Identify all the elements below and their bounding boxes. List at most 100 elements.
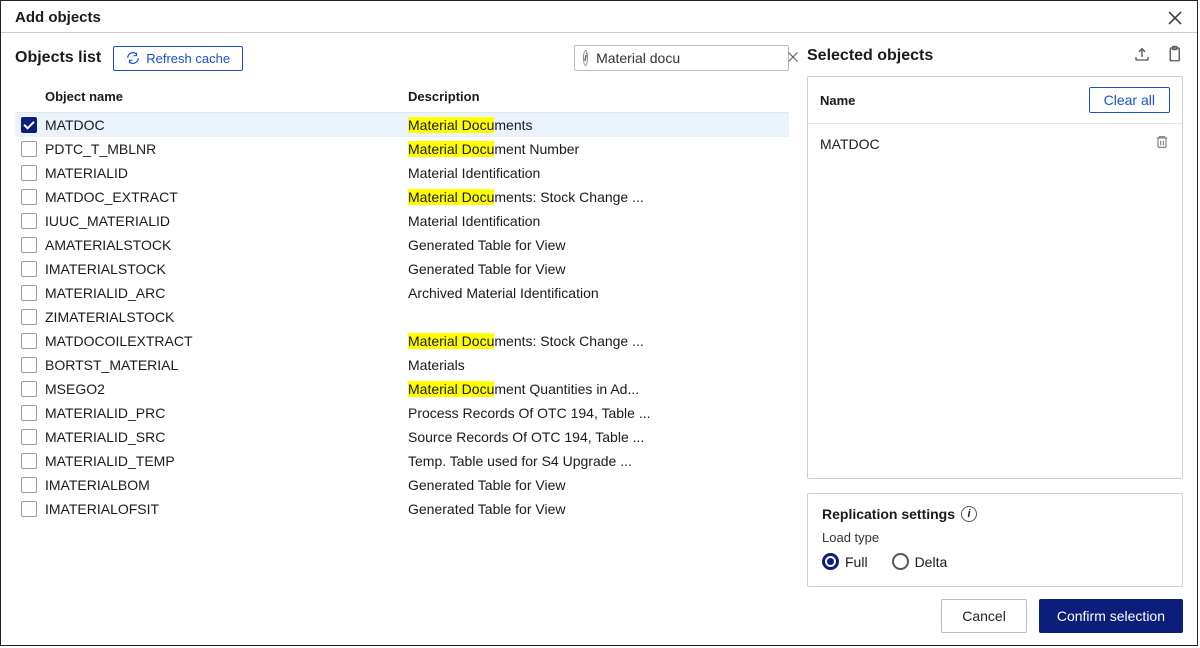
table-row[interactable]: PDTC_T_MBLNRMaterial Document Number [15,137,789,161]
table-row[interactable]: ZIMATERIALSTOCK [15,305,789,329]
replication-settings-title: Replication settings i [822,506,1168,522]
row-checkbox[interactable] [21,501,37,517]
selected-objects-header: Selected objects [807,45,1183,66]
table-row[interactable]: MATERIALID_ARCArchived Material Identifi… [15,281,789,305]
clipboard-icon[interactable] [1165,45,1183,66]
object-description: Generated Table for View [402,497,789,521]
confirm-selection-button[interactable]: Confirm selection [1039,599,1183,633]
row-checkbox[interactable] [21,309,37,325]
row-checkbox[interactable] [21,213,37,229]
table-row[interactable]: IMATERIALBOMGenerated Table for View [15,473,789,497]
object-name: MSEGO2 [45,381,105,397]
table-row[interactable]: MATERIALID_SRC Source Records Of OTC 194,… [15,425,789,449]
object-name: AMATERIALSTOCK [45,237,171,253]
row-checkbox[interactable] [21,405,37,421]
object-description: Material Documents: Stock Change ... [402,185,789,209]
dialog-body: Objects list Refresh cache i [1,33,1197,587]
object-description: Material Document Number [402,137,789,161]
close-icon[interactable] [1167,10,1183,26]
object-description: Generated Table for View [402,473,789,497]
table-row[interactable]: MSEGO2 Material Document Quantities in Ad… [15,377,789,401]
clear-search-icon[interactable] [785,50,801,66]
table-row[interactable]: MATDOCOILEXTRACTMaterial Documents: Stoc… [15,329,789,353]
object-name: MATERIALID_TEMP [45,453,175,469]
selected-item-name: MATDOC [820,136,880,152]
object-description: Material Identification [402,161,789,185]
object-description: Generated Table for View [402,257,789,281]
objects-list-panel: Objects list Refresh cache i [15,45,789,587]
row-checkbox[interactable] [21,261,37,277]
row-checkbox[interactable] [21,165,37,181]
row-checkbox[interactable] [21,429,37,445]
table-row[interactable]: MATERIALID_PRC Process Records Of OTC 194… [15,401,789,425]
objects-table-container[interactable]: Object name Description MATDOC Material D… [15,81,789,587]
dialog-header: Add objects [1,1,1197,33]
table-row[interactable]: MATERIALID_TEMP Temp. Table used for S4 U… [15,449,789,473]
cancel-button[interactable]: Cancel [941,599,1027,633]
object-description: Material Identification [402,209,789,233]
refresh-label: Refresh cache [146,51,230,66]
row-checkbox[interactable] [21,477,37,493]
object-name: IMATERIALSTOCK [45,261,166,277]
column-header-description[interactable]: Description [402,81,789,113]
search-input[interactable] [594,49,779,67]
object-description: Materials [402,353,789,377]
add-objects-dialog: Add objects Objects list Refresh cache i [0,0,1198,646]
table-row[interactable]: IMATERIALSTOCK Generated Table for View [15,257,789,281]
selected-box-header: Name Clear all [808,77,1182,124]
row-checkbox[interactable] [21,333,37,349]
object-name: MATERIALID_PRC [45,405,165,421]
row-checkbox[interactable] [21,453,37,469]
load-type-label: Load type [822,530,1168,545]
object-name: MATERIALID [45,165,128,181]
export-icon[interactable] [1133,45,1151,66]
object-description: Material Documents [402,113,789,138]
object-name: IUUC_MATERIALID [45,213,170,229]
table-row[interactable]: MATDOC Material Documents [15,113,789,138]
load-type-delta[interactable]: Delta [892,553,948,570]
row-checkbox[interactable] [21,117,37,133]
selected-objects-panel: Selected objects Name Clear all MATDOC [807,45,1183,587]
clear-all-button[interactable]: Clear all [1089,87,1170,113]
column-header-object[interactable]: Object name [15,81,402,113]
selected-objects-heading: Selected objects [807,47,933,65]
selected-list: MATDOC [808,124,1182,478]
object-description: Generated Table for View [402,233,789,257]
table-row[interactable]: AMATERIALSTOCK Generated Table for View [15,233,789,257]
object-description: Material Document Quantities in Ad... [402,377,789,401]
object-name: IMATERIALOFSIT [45,501,159,517]
table-row[interactable]: IUUC_MATERIALID Material Identification [15,209,789,233]
object-name: BORTST_MATERIAL [45,357,178,373]
load-type-full[interactable]: Full [822,553,868,570]
selected-name-label: Name [820,93,855,108]
objects-list-header: Objects list Refresh cache i [15,45,789,71]
load-type-radio-group: Full Delta [822,553,1168,570]
row-checkbox[interactable] [21,189,37,205]
object-description: Temp. Table used for S4 Upgrade ... [402,449,789,473]
object-description: Process Records Of OTC 194, Table ... [402,401,789,425]
dialog-footer: Cancel Confirm selection [1,587,1197,645]
row-checkbox[interactable] [21,381,37,397]
info-icon: i [583,50,588,66]
object-name: MATDOC [45,117,105,133]
object-name: MATERIALID_SRC [45,429,165,445]
table-row[interactable]: IMATERIALOFSIT Generated Table for View [15,497,789,521]
row-checkbox[interactable] [21,285,37,301]
row-checkbox[interactable] [21,237,37,253]
refresh-icon [126,51,140,65]
selected-objects-box: Name Clear all MATDOC [807,76,1183,479]
table-row[interactable]: MATDOC_EXTRACTMaterial Documents: Stock … [15,185,789,209]
search-input-wrapper[interactable]: i [574,45,789,71]
object-description [402,305,789,329]
info-icon[interactable]: i [961,506,977,522]
objects-list-heading: Objects list [15,49,101,67]
remove-selected-icon[interactable] [1154,134,1170,153]
dialog-title: Add objects [15,9,101,26]
objects-table: Object name Description MATDOC Material D… [15,81,789,521]
object-description: Source Records Of OTC 194, Table ... [402,425,789,449]
table-row[interactable]: MATERIALID Material Identification [15,161,789,185]
table-row[interactable]: BORTST_MATERIAL Materials [15,353,789,377]
refresh-cache-button[interactable]: Refresh cache [113,46,243,71]
row-checkbox[interactable] [21,357,37,373]
row-checkbox[interactable] [21,141,37,157]
